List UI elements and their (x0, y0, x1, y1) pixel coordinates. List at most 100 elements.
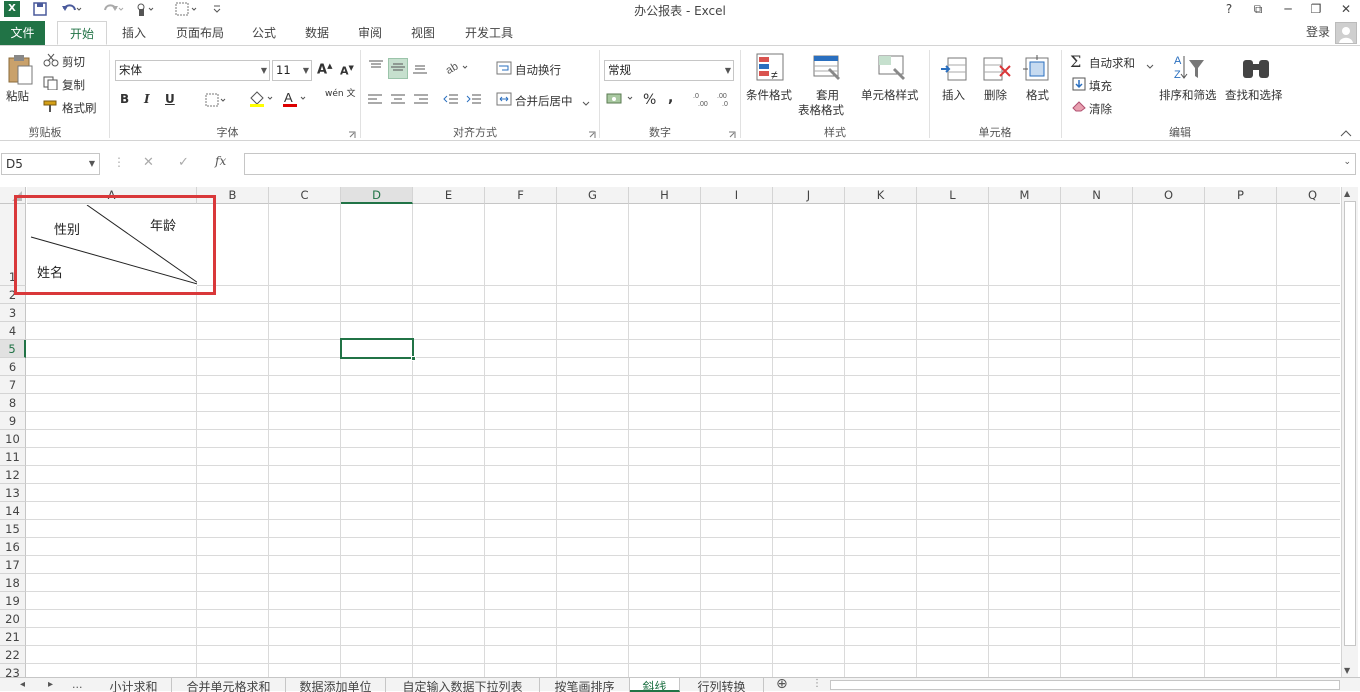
sheet-tab-2[interactable]: 数据添加单位 (286, 678, 386, 692)
row-header-17[interactable]: 17 (0, 556, 26, 574)
row-header-9[interactable]: 9 (0, 412, 26, 430)
align-center-icon[interactable] (390, 93, 406, 108)
row-header-23[interactable]: 23 (0, 664, 26, 677)
vertical-scrollbar[interactable]: ▲ ▼ (1341, 187, 1358, 677)
font-size-combo[interactable]: 11 ▼ (272, 60, 312, 81)
sheet-more-button[interactable]: ... (72, 678, 83, 691)
column-header-p[interactable]: P (1205, 187, 1277, 204)
sort-filter-button[interactable]: 排序和筛选 (1159, 87, 1217, 103)
cancel-button[interactable]: ✕ (143, 155, 154, 170)
collapse-ribbon-icon[interactable] (1340, 126, 1352, 140)
tab-page-layout[interactable]: 页面布局 (170, 21, 230, 45)
increase-decimal-icon[interactable]: .0.00 (693, 91, 711, 110)
fill-button[interactable]: 填充 (1089, 78, 1112, 94)
align-top-icon[interactable] (367, 59, 385, 76)
align-right-icon[interactable] (413, 93, 429, 108)
clear-button[interactable]: 清除 (1089, 101, 1112, 117)
delete-cells-button[interactable]: 删除 (984, 87, 1007, 103)
insert-function-button[interactable]: fx (215, 154, 226, 168)
format-as-table-line1[interactable]: 套用 (816, 87, 839, 103)
format-as-table-line2[interactable]: 表格格式 (798, 102, 844, 118)
tab-view[interactable]: 视图 (403, 21, 443, 45)
chevron-down-icon[interactable] (1146, 59, 1154, 73)
sheet-tab-1[interactable]: 合并单元格求和 (172, 678, 286, 692)
currency-icon[interactable] (606, 92, 636, 109)
column-header-l[interactable]: L (917, 187, 989, 204)
tab-review[interactable]: 审阅 (350, 21, 390, 45)
horizontal-scrollbar[interactable] (830, 680, 1340, 690)
column-header-g[interactable]: G (557, 187, 629, 204)
find-select-button[interactable]: 查找和选择 (1225, 87, 1283, 103)
sheet-tab-4[interactable]: 按笔画排序 (540, 678, 630, 692)
scroll-down-icon[interactable]: ▼ (1344, 666, 1350, 675)
font-name-combo[interactable]: 宋体 ▼ (115, 60, 270, 81)
tab-data[interactable]: 数据 (297, 21, 337, 45)
cell-styles-button[interactable]: 单元格样式 (861, 87, 919, 103)
underline-button[interactable]: U (165, 92, 175, 106)
formula-input[interactable]: ⌄ (244, 153, 1356, 175)
row-header-21[interactable]: 21 (0, 628, 26, 646)
row-header-7[interactable]: 7 (0, 376, 26, 394)
row-header-12[interactable]: 12 (0, 466, 26, 484)
format-cells-button[interactable]: 格式 (1026, 87, 1049, 103)
paste-button[interactable]: 粘贴 (6, 88, 29, 104)
cut-button[interactable]: 剪切 (62, 54, 85, 70)
scroll-up-icon[interactable]: ▲ (1344, 189, 1350, 198)
orientation-icon[interactable]: ab (443, 59, 471, 78)
tab-home[interactable]: 开始 (57, 21, 107, 45)
worksheet-grid[interactable]: ABCDEFGHIJKLMNOPQ 1 2 3 4 5 6 7 8 9 10 11 12 13 14 15 1… (0, 187, 1340, 677)
grow-font-icon[interactable]: A▲ (317, 62, 332, 77)
row-header-16[interactable]: 16 (0, 538, 26, 556)
column-header-j[interactable]: J (773, 187, 845, 204)
column-header-k[interactable]: K (845, 187, 917, 204)
decrease-indent-icon[interactable] (443, 93, 459, 108)
row-header-6[interactable]: 6 (0, 358, 26, 376)
insert-cells-button[interactable]: 插入 (942, 87, 965, 103)
tab-insert[interactable]: 插入 (112, 21, 156, 45)
tab-file[interactable]: 文件 (0, 21, 45, 45)
decrease-decimal-icon[interactable]: .00.0 (717, 91, 735, 110)
sheet-tab-0[interactable]: 小计求和 (96, 678, 172, 692)
number-format-combo[interactable]: 常规 ▼ (604, 60, 734, 81)
autosum-button[interactable]: 自动求和 (1089, 55, 1135, 71)
row-header-18[interactable]: 18 (0, 574, 26, 592)
percent-button[interactable]: % (643, 92, 656, 108)
row-header-4[interactable]: 4 (0, 322, 26, 340)
column-header-n[interactable]: N (1061, 187, 1133, 204)
sheet-tab-3[interactable]: 自定输入数据下拉列表 (386, 678, 540, 692)
row-header-10[interactable]: 10 (0, 430, 26, 448)
scroll-thumb[interactable] (1344, 201, 1356, 646)
dialog-launcher-icon[interactable] (348, 128, 356, 142)
column-header-e[interactable]: E (413, 187, 485, 204)
ribbon-display-button[interactable]: ⧉ (1246, 0, 1270, 18)
italic-button[interactable]: I (144, 92, 150, 106)
bold-button[interactable]: B (120, 92, 129, 106)
sheet-tab-6[interactable]: 行列转换 (680, 678, 764, 692)
help-button[interactable]: ? (1217, 0, 1241, 18)
enter-button[interactable]: ✓ (178, 155, 189, 170)
borders-icon[interactable] (205, 93, 227, 110)
dialog-launcher-icon[interactable] (588, 128, 596, 142)
splitter-icon[interactable]: ⋮ (812, 678, 822, 689)
tab-developer[interactable]: 开发工具 (458, 21, 520, 45)
font-color-icon[interactable]: A (281, 90, 309, 111)
row-header-8[interactable]: 8 (0, 394, 26, 412)
increase-indent-icon[interactable] (466, 93, 482, 108)
shrink-font-icon[interactable]: A▼ (340, 64, 354, 78)
dialog-launcher-icon[interactable] (728, 128, 736, 142)
paste-icon[interactable] (6, 54, 34, 89)
close-button[interactable]: ✕ (1334, 0, 1358, 18)
format-painter-button[interactable]: 格式刷 (62, 100, 97, 116)
row-header-20[interactable]: 20 (0, 610, 26, 628)
copy-button[interactable]: 复制 (62, 77, 85, 93)
tab-formulas[interactable]: 公式 (244, 21, 284, 45)
column-header-o[interactable]: O (1133, 187, 1205, 204)
column-header-q[interactable]: Q (1277, 187, 1340, 204)
row-header-3[interactable]: 3 (0, 304, 26, 322)
row-header-19[interactable]: 19 (0, 592, 26, 610)
row-header-11[interactable]: 11 (0, 448, 26, 466)
align-left-icon[interactable] (367, 93, 383, 108)
sheet-next-button[interactable]: ▸ (48, 679, 53, 690)
avatar[interactable] (1335, 22, 1357, 44)
column-header-d[interactable]: D (341, 187, 413, 204)
